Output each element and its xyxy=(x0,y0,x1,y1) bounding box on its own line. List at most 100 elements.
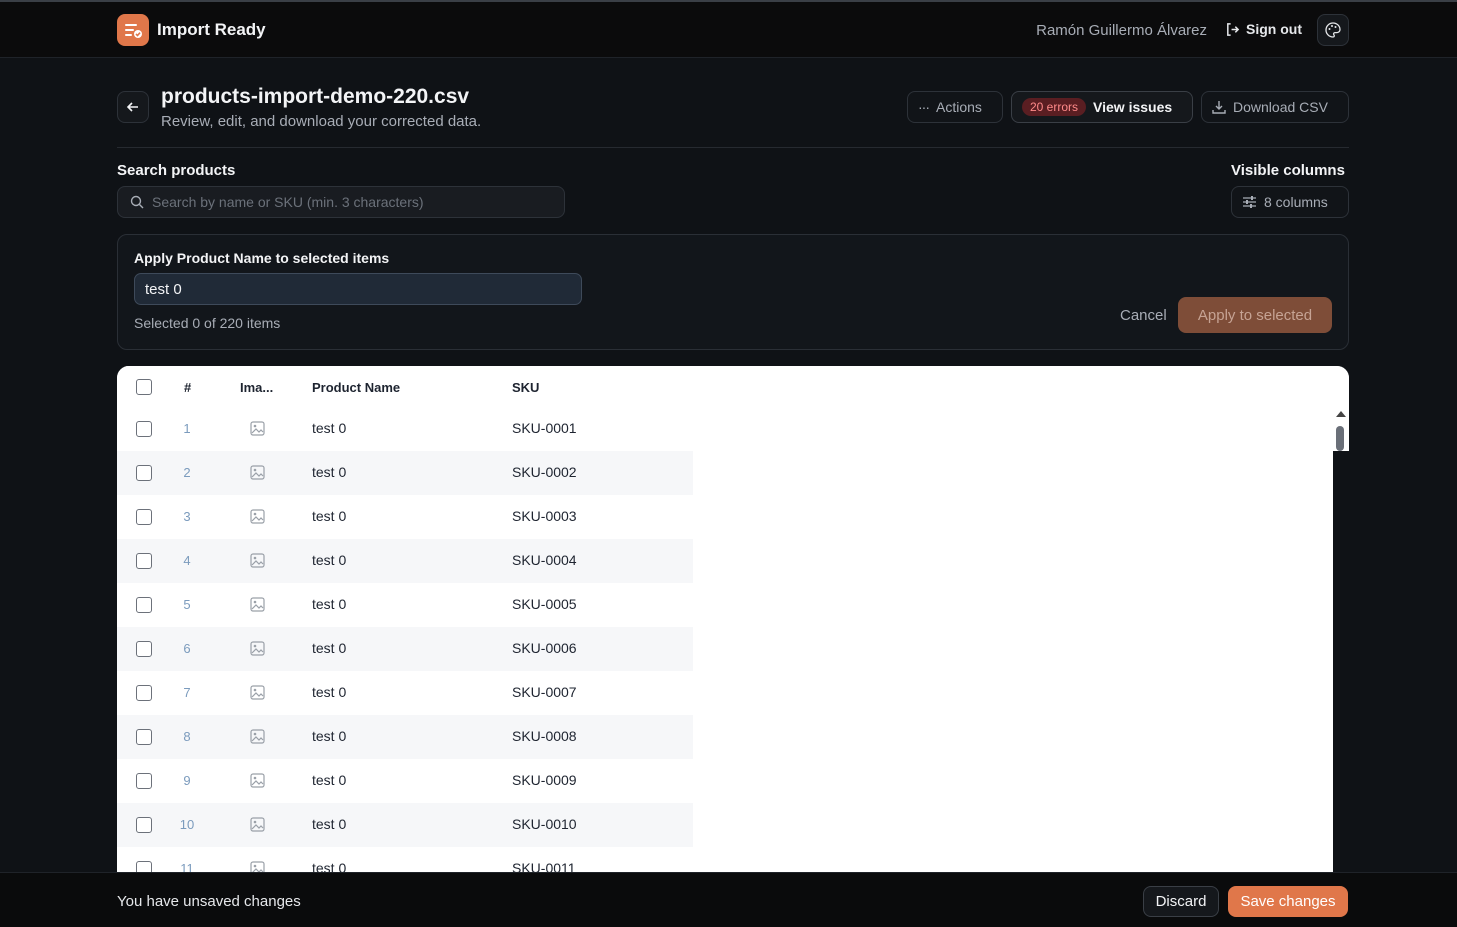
page-title: products-import-demo-220.csv xyxy=(161,85,470,108)
product-name-cell[interactable]: test 0 xyxy=(312,640,346,656)
theme-button[interactable] xyxy=(1317,14,1349,46)
sku-cell[interactable]: SKU-0004 xyxy=(512,552,577,568)
search-label: Search products xyxy=(117,162,236,179)
columns-button-label: 8 columns xyxy=(1264,194,1328,210)
arrow-left-icon xyxy=(126,102,138,112)
table-row[interactable]: 1 test 0 SKU-0001 xyxy=(117,407,693,451)
sku-cell[interactable]: SKU-0003 xyxy=(512,508,577,524)
columns-button[interactable]: 8 columns xyxy=(1231,186,1349,218)
image-placeholder-icon xyxy=(250,465,265,485)
product-name-cell[interactable]: test 0 xyxy=(312,728,346,744)
table-row[interactable]: 2 test 0 SKU-0002 xyxy=(117,451,693,495)
row-checkbox[interactable] xyxy=(136,421,152,437)
sign-out-icon xyxy=(1227,22,1240,36)
row-number: 3 xyxy=(183,509,191,524)
row-checkbox[interactable] xyxy=(136,685,152,701)
search-icon xyxy=(130,195,144,209)
sign-out-label: Sign out xyxy=(1246,21,1302,37)
save-changes-button[interactable]: Save changes xyxy=(1228,886,1348,917)
user-name: Ramón Guillermo Álvarez xyxy=(1036,22,1207,39)
apply-to-selected-button[interactable]: Apply to selected xyxy=(1178,297,1332,333)
table-row[interactable]: 10 test 0 SKU-0010 xyxy=(117,803,693,847)
scroll-up-arrow[interactable] xyxy=(1336,411,1346,417)
image-placeholder-icon xyxy=(250,685,265,705)
app-logo[interactable] xyxy=(117,14,149,46)
actions-label: Actions xyxy=(936,99,982,115)
image-placeholder-icon xyxy=(250,553,265,573)
row-checkbox[interactable] xyxy=(136,509,152,525)
table-row[interactable]: 9 test 0 SKU-0009 xyxy=(117,759,693,803)
products-table: # Ima... Product Name SKU 1 test 0 SKU-000… xyxy=(117,366,1349,886)
unsaved-changes-bar: You have unsaved changes Discard Save ch… xyxy=(0,872,1457,927)
row-number: 6 xyxy=(183,641,191,656)
table-row[interactable]: 4 test 0 SKU-0004 xyxy=(117,539,693,583)
product-name-cell[interactable]: test 0 xyxy=(312,772,346,788)
product-name-cell[interactable]: test 0 xyxy=(312,596,346,612)
sign-out-button[interactable]: Sign out xyxy=(1225,21,1302,37)
product-name-cell[interactable]: test 0 xyxy=(312,552,346,568)
sku-cell[interactable]: SKU-0009 xyxy=(512,772,577,788)
search-field xyxy=(117,186,565,218)
error-count-badge: 20 errors xyxy=(1022,98,1087,116)
image-placeholder-icon xyxy=(250,729,265,749)
sku-cell[interactable]: SKU-0002 xyxy=(512,464,577,480)
row-checkbox[interactable] xyxy=(136,553,152,569)
bulk-edit-input[interactable] xyxy=(134,273,582,305)
row-number: 1 xyxy=(183,421,191,436)
search-input[interactable] xyxy=(152,194,552,210)
table-row[interactable]: 8 test 0 SKU-0008 xyxy=(117,715,693,759)
download-csv-button[interactable]: Download CSV xyxy=(1201,91,1349,123)
palette-icon xyxy=(1325,22,1341,38)
sku-cell[interactable]: SKU-0007 xyxy=(512,684,577,700)
row-number: 5 xyxy=(183,597,191,612)
product-name-cell[interactable]: test 0 xyxy=(312,420,346,436)
product-name-cell[interactable]: test 0 xyxy=(312,508,346,524)
table-row[interactable]: 5 test 0 SKU-0005 xyxy=(117,583,693,627)
discard-button[interactable]: Discard xyxy=(1143,886,1219,917)
back-button[interactable] xyxy=(117,91,149,123)
sku-cell[interactable]: SKU-0005 xyxy=(512,596,577,612)
image-placeholder-icon xyxy=(250,641,265,661)
table-body: 1 test 0 SKU-0001 2 test 0 SKU-0002 3 test 0 SKU… xyxy=(117,407,1333,886)
sku-cell[interactable]: SKU-0001 xyxy=(512,420,577,436)
table-row[interactable]: 3 test 0 SKU-0003 xyxy=(117,495,693,539)
row-number: 4 xyxy=(183,553,191,568)
bulk-edit-label: Apply Product Name to selected items xyxy=(134,250,390,266)
row-checkbox[interactable] xyxy=(136,465,152,481)
list-check-icon xyxy=(125,24,142,38)
cancel-button[interactable]: Cancel xyxy=(1120,307,1167,324)
unsaved-message: You have unsaved changes xyxy=(117,893,301,910)
row-checkbox[interactable] xyxy=(136,641,152,657)
scrollbar-gutter xyxy=(1333,451,1349,886)
image-placeholder-icon xyxy=(250,421,265,441)
view-issues-label: View issues xyxy=(1093,99,1173,115)
header-product-name[interactable]: Product Name xyxy=(312,380,400,395)
table-row[interactable]: 7 test 0 SKU-0007 xyxy=(117,671,693,715)
actions-button[interactable]: ··· Actions xyxy=(907,91,1003,123)
row-checkbox[interactable] xyxy=(136,729,152,745)
download-icon xyxy=(1212,101,1226,114)
header-sku[interactable]: SKU xyxy=(512,380,539,395)
product-name-cell[interactable]: test 0 xyxy=(312,684,346,700)
table-row[interactable]: 6 test 0 SKU-0006 xyxy=(117,627,693,671)
sku-cell[interactable]: SKU-0010 xyxy=(512,816,577,832)
select-all-checkbox[interactable] xyxy=(136,379,152,395)
row-number: 10 xyxy=(179,817,195,832)
product-name-cell[interactable]: test 0 xyxy=(312,816,346,832)
sku-cell[interactable]: SKU-0008 xyxy=(512,728,577,744)
row-number: 2 xyxy=(183,465,191,480)
visible-columns-label: Visible columns xyxy=(1231,162,1345,179)
row-checkbox[interactable] xyxy=(136,817,152,833)
image-placeholder-icon xyxy=(250,817,265,837)
row-checkbox[interactable] xyxy=(136,597,152,613)
image-placeholder-icon xyxy=(250,597,265,617)
scrollbar-thumb[interactable] xyxy=(1336,426,1344,451)
row-checkbox[interactable] xyxy=(136,773,152,789)
sku-cell[interactable]: SKU-0006 xyxy=(512,640,577,656)
image-placeholder-icon xyxy=(250,509,265,529)
table-header: # Ima... Product Name SKU xyxy=(117,366,1349,407)
product-name-cell[interactable]: test 0 xyxy=(312,464,346,480)
view-issues-button[interactable]: 20 errors View issues xyxy=(1011,91,1193,123)
header-image[interactable]: Ima... xyxy=(240,380,273,395)
download-label: Download CSV xyxy=(1233,99,1328,115)
